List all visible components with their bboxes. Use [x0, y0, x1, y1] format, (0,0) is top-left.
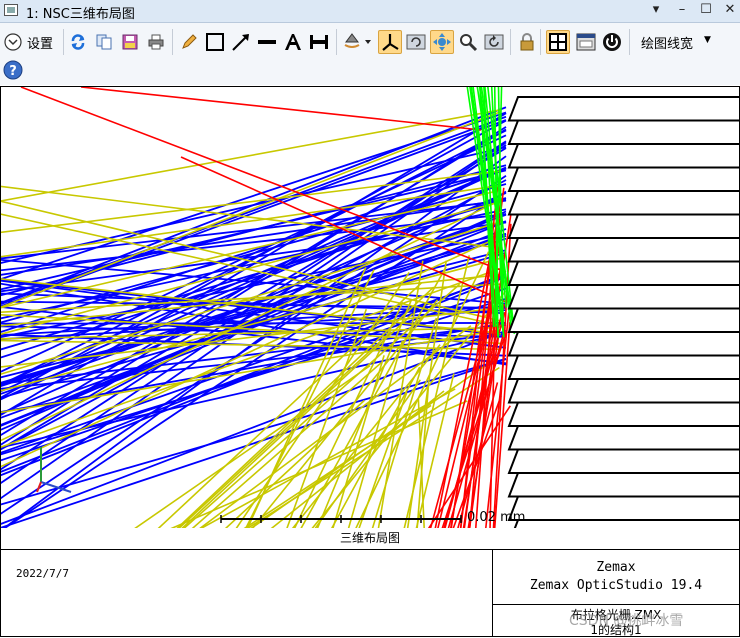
window-icon — [4, 4, 18, 16]
grating-tooth — [507, 213, 739, 239]
grating-tooth — [507, 237, 739, 263]
window-icon[interactable] — [575, 31, 597, 53]
grating-tooth — [507, 425, 739, 451]
grating-tooth — [507, 354, 739, 380]
window-title: 1: NSC三维布局图 — [26, 7, 135, 22]
layout-icon[interactable] — [546, 30, 570, 54]
help-icon[interactable]: ? — [2, 59, 24, 81]
grating-tooth — [507, 331, 739, 357]
settings-chevron-icon[interactable] — [2, 31, 24, 53]
company-label: Zemax — [596, 560, 636, 575]
close-button[interactable]: ✕ — [720, 2, 740, 17]
toolbar-divider — [540, 29, 541, 55]
watermark: CSDN @挑衅冰雪 — [569, 613, 684, 629]
maximize-button[interactable]: ☐ — [696, 2, 716, 17]
title-bar: 1: NSC三维布局图 ▾ – ☐ ✕ — [0, 0, 740, 23]
zoom-icon[interactable] — [457, 31, 479, 53]
line-icon[interactable] — [256, 31, 278, 53]
save-icon[interactable] — [119, 31, 141, 53]
text-icon[interactable] — [282, 31, 304, 53]
info-box: 三维布局图 2022/7/7 Zemax Zemax OpticStudio 1… — [0, 528, 740, 637]
scale-bar-label: 0.02 mm — [467, 510, 526, 525]
ray-yellow — [1, 273, 502, 327]
ray-yellow — [291, 344, 441, 529]
grating-tooth — [507, 448, 739, 474]
grating-tooth — [507, 472, 739, 498]
svg-text:?: ? — [9, 64, 17, 79]
copy-icon[interactable] — [93, 31, 115, 53]
grating-tooth — [507, 307, 739, 333]
toolbar-divider — [336, 29, 337, 55]
ray-trace-canvas — [1, 87, 739, 529]
layout-plot[interactable]: 0.02 mm — [0, 86, 740, 530]
grating-tooth — [507, 378, 739, 404]
rotate-view-icon[interactable] — [405, 31, 427, 53]
refresh-icon[interactable] — [67, 31, 89, 53]
grating-tooth — [507, 96, 739, 122]
toolbar-divider — [63, 29, 64, 55]
plot-header: 三维布局图 — [1, 528, 739, 550]
grating-tooth — [507, 495, 739, 521]
toolbar: 设置 绘图线宽 ▼ ? — [0, 23, 740, 85]
product-label: Zemax OpticStudio 19.4 — [529, 578, 703, 593]
line-width-dropdown[interactable]: 绘图线宽 — [641, 33, 693, 52]
rotate-3d-icon[interactable] — [342, 31, 372, 53]
pencil-icon[interactable] — [178, 31, 200, 53]
dimension-icon[interactable] — [308, 31, 330, 53]
date-label: 2022/7/7 — [16, 567, 69, 580]
settings-label[interactable]: 设置 — [27, 33, 53, 52]
rectangle-icon[interactable] — [204, 31, 226, 53]
dropdown-button[interactable]: ▾ — [646, 2, 666, 17]
chevron-down-icon[interactable]: ▼ — [704, 35, 711, 45]
reset-view-icon[interactable] — [483, 31, 505, 53]
pan-icon[interactable] — [430, 30, 454, 54]
axes-icon[interactable] — [378, 30, 402, 54]
arrow-icon[interactable] — [230, 31, 252, 53]
grating-tooth — [507, 119, 739, 145]
grating-tooth — [507, 143, 739, 169]
grating-tooth — [507, 284, 739, 310]
grating-tooth — [507, 260, 739, 286]
power-icon[interactable] — [601, 31, 623, 53]
toolbar-divider — [172, 29, 173, 55]
ray-red — [80, 87, 482, 131]
toolbar-divider — [510, 29, 511, 55]
print-icon[interactable] — [145, 31, 167, 53]
toolbar-divider — [629, 29, 630, 55]
grating-tooth — [507, 190, 739, 216]
grating-tooth — [507, 401, 739, 427]
grating-tooth — [507, 166, 739, 192]
lock-icon[interactable] — [516, 31, 538, 53]
divider — [492, 604, 739, 605]
minimize-button[interactable]: – — [672, 2, 692, 17]
